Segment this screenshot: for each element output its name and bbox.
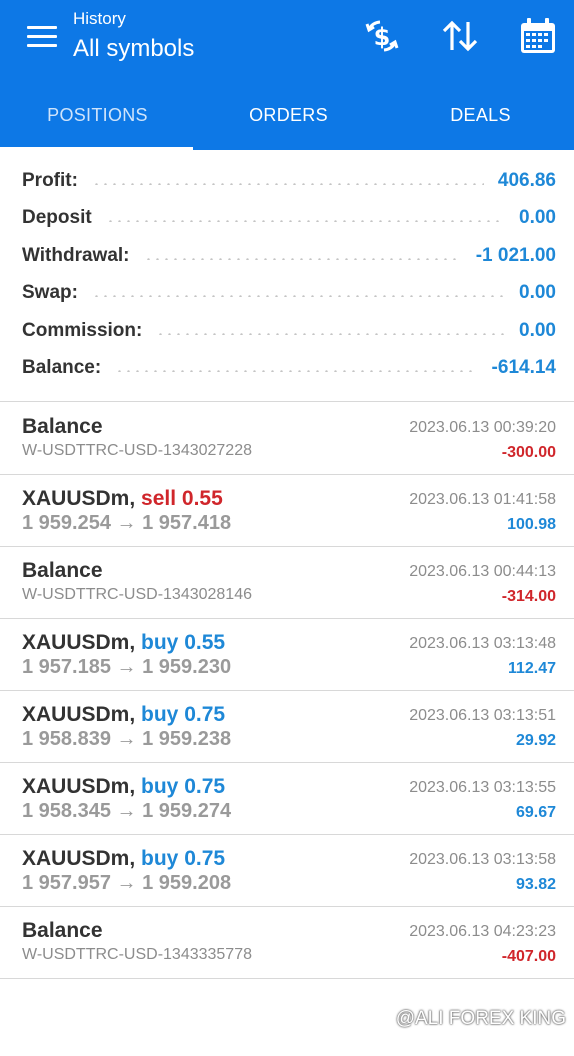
deal-symbol: XAUUSDm, [22,775,136,798]
summary-value: -614.14 [491,357,556,378]
currency-exchange-icon[interactable]: $ [360,14,404,58]
divider [0,978,574,979]
summary-label: Withdrawal: [22,245,130,266]
deal-side: buy 0.75 [141,703,226,726]
deal-prices: 1 958.839 → 1 959.238 [22,728,232,750]
deal-row[interactable]: XAUUSDm, buy 0.75 1 958.839 → 1 959.238 … [0,690,574,762]
deal-amount: 29.92 [515,732,556,749]
deal-comment: W-USDTTRC-USD-1343335778 [22,946,252,963]
deal-amount: -300.00 [501,444,556,461]
summary-label: Deposit [22,207,92,228]
app-header: History All symbols $ POSITIONS ORDERS D… [0,0,574,150]
deal-title: XAUUSDm, buy 0.75 [22,703,225,727]
header-subtitle: History [73,9,126,28]
summary-label: Profit: [22,170,78,191]
summary-profit: Profit: 406.86 [22,166,556,196]
deal-prices: 1 958.345 → 1 959.274 [22,800,232,822]
deal-symbol: XAUUSDm, [22,631,136,654]
dotted-leader [105,220,506,222]
deal-time: 2023.06.13 03:13:55 [409,779,556,796]
deal-row[interactable]: XAUUSDm, sell 0.55 1 959.254 → 1 957.418… [0,474,574,546]
deal-row[interactable]: Balance W-USDTTRC-USD-1343027228 2023.06… [0,402,574,474]
deal-time: 2023.06.13 01:41:58 [409,491,556,508]
dotted-leader [91,295,506,297]
deal-title: XAUUSDm, buy 0.75 [22,775,225,799]
calendar-icon[interactable] [516,14,560,58]
menu-icon[interactable] [27,26,59,50]
deal-amount: 69.67 [515,804,556,821]
deal-time: 2023.06.13 00:44:13 [409,563,556,580]
deal-amount: -407.00 [501,948,556,965]
deal-title: Balance [22,559,103,582]
summary-value: -1 021.00 [475,245,556,266]
header-title[interactable]: All symbols [73,35,194,63]
summary-commission: Commission: 0.00 [22,316,556,346]
summary-value: 406.86 [497,170,556,191]
deal-time: 2023.06.13 03:13:58 [409,851,556,868]
active-tab-indicator [0,147,193,150]
svg-text:$: $ [374,23,391,51]
summary-value: 0.00 [519,320,556,341]
deal-time: 2023.06.13 03:13:48 [409,635,556,652]
deal-prices: 1 957.957 → 1 959.208 [22,872,232,894]
deal-title: Balance [22,919,103,942]
dotted-leader [143,258,462,260]
deal-time: 2023.06.13 00:39:20 [409,419,556,436]
deal-time: 2023.06.13 03:13:51 [409,707,556,724]
dotted-leader [115,370,478,372]
deal-prices: 1 959.254 → 1 957.418 [22,512,232,534]
summary-deposit: Deposit 0.00 [22,203,556,233]
summary-balance: Balance: -614.14 [22,353,556,383]
summary-withdrawal: Withdrawal: -1 021.00 [22,241,556,271]
deal-side: buy 0.75 [141,775,226,798]
dotted-leader [91,183,484,185]
deal-symbol: XAUUSDm, [22,487,136,510]
tab-deals[interactable]: DEALS [385,96,574,148]
deal-amount: 100.98 [507,516,556,533]
dotted-leader [156,333,506,335]
deal-symbol: XAUUSDm, [22,847,136,870]
deal-prices: 1 957.185 → 1 959.230 [22,656,232,678]
tab-positions[interactable]: POSITIONS [2,96,193,148]
deal-comment: W-USDTTRC-USD-1343028146 [22,586,252,603]
deal-symbol: XAUUSDm, [22,703,136,726]
sort-icon[interactable] [438,14,482,58]
summary-swap: Swap: 0.00 [22,278,556,308]
deal-side: buy 0.55 [141,631,226,654]
deal-amount: 93.82 [515,876,556,893]
deal-row[interactable]: XAUUSDm, buy 0.75 1 957.957 → 1 959.208 … [0,834,574,906]
deal-amount: -314.00 [501,588,556,605]
deal-title: Balance [22,415,103,438]
deal-title: XAUUSDm, buy 0.55 [22,631,225,655]
tab-orders[interactable]: ORDERS [193,96,384,148]
deal-time: 2023.06.13 04:23:23 [409,923,556,940]
deal-row[interactable]: XAUUSDm, buy 0.75 1 958.345 → 1 959.274 … [0,762,574,834]
summary-value: 0.00 [519,282,556,303]
deal-title: XAUUSDm, sell 0.55 [22,487,223,511]
deal-side: sell 0.55 [141,487,223,510]
watermark: @ALI FOREX KING [395,1008,566,1029]
summary-value: 0.00 [519,207,556,228]
summary-label: Swap: [22,282,78,303]
deal-side: buy 0.75 [141,847,226,870]
deal-row[interactable]: Balance W-USDTTRC-USD-1343335778 2023.06… [0,906,574,978]
deal-row[interactable]: XAUUSDm, buy 0.55 1 957.185 → 1 959.230 … [0,618,574,690]
deal-title: XAUUSDm, buy 0.75 [22,847,225,871]
deal-row[interactable]: Balance W-USDTTRC-USD-1343028146 2023.06… [0,546,574,618]
deal-comment: W-USDTTRC-USD-1343027228 [22,442,252,459]
deal-amount: 112.47 [507,660,556,677]
summary-label: Commission: [22,320,143,341]
summary-label: Balance: [22,357,102,378]
